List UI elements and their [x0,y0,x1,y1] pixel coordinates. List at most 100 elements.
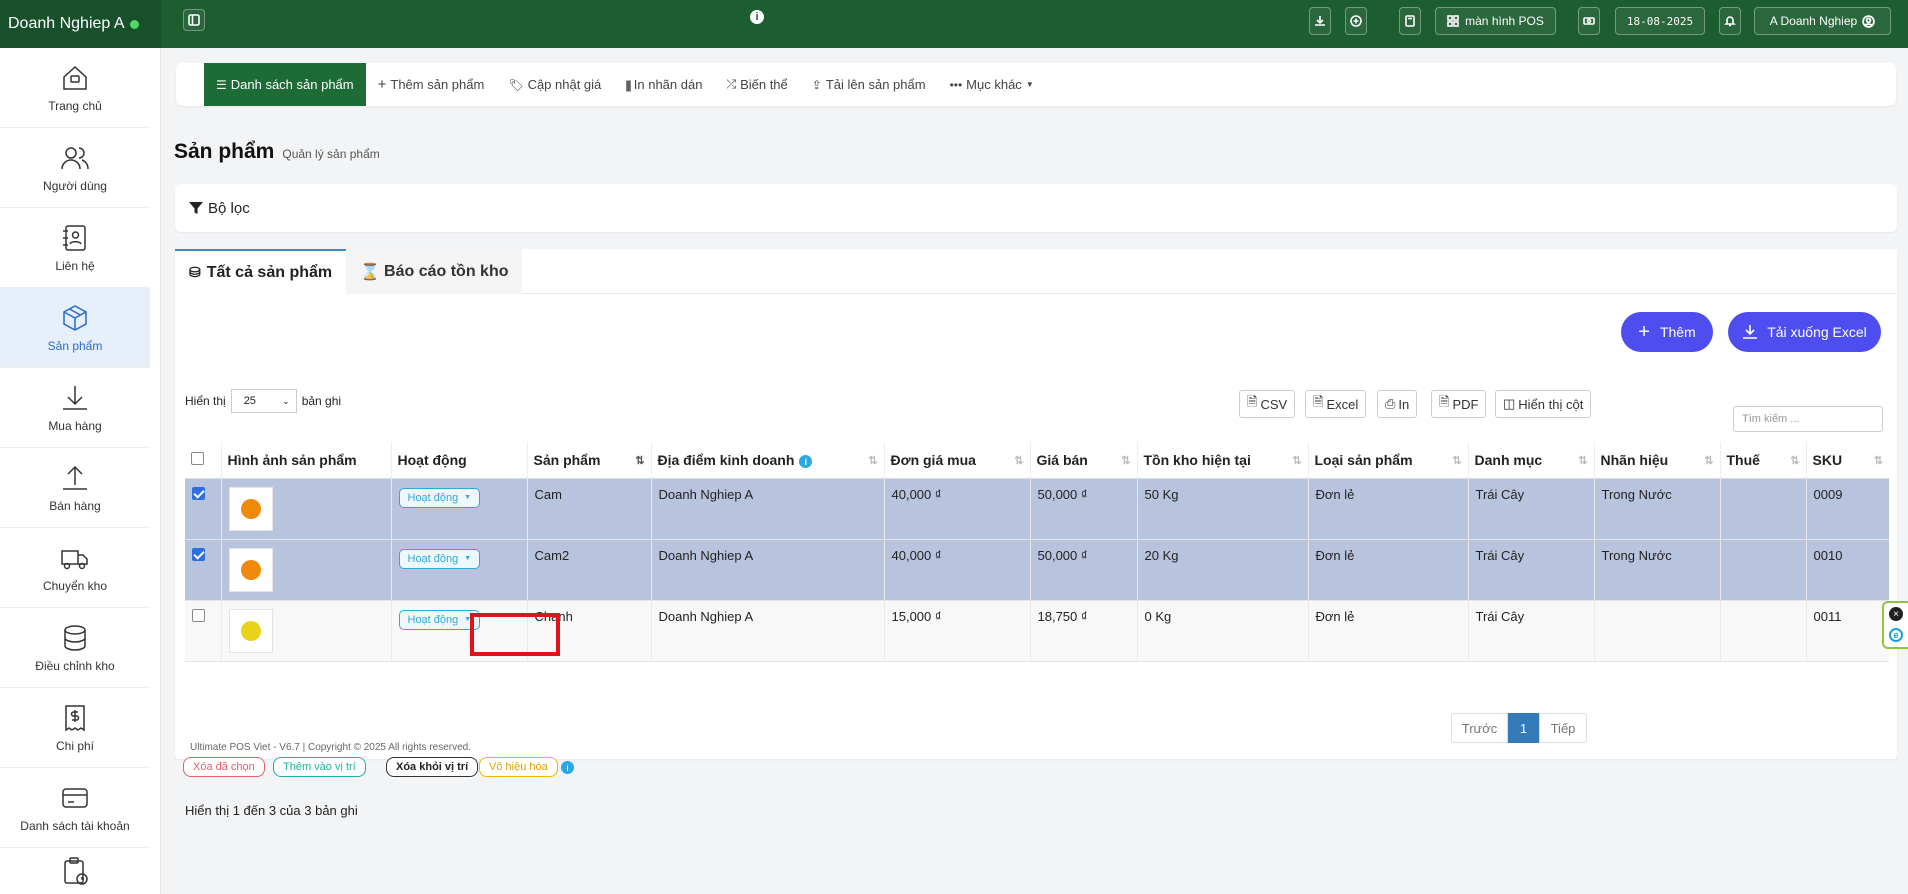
nav-import-products[interactable]: ⇪ Tải lên sản phẩm [800,63,938,106]
delete-selected-button[interactable]: Xóa đã chọn [183,757,265,777]
table-row[interactable]: Hoạt động ▼ Cam2 Doanh Nghiep A 40,000 ₫ 50,0… [185,539,1889,601]
entries-select[interactable]: 25 ⌄ [230,389,297,413]
row-checkbox[interactable] [192,608,205,622]
brand[interactable]: Doanh Nghiep A [0,0,161,48]
caret-down-icon: ▼ [464,555,472,562]
row-checkbox[interactable] [192,486,205,500]
add-product-button[interactable]: + Thêm [1621,312,1713,352]
download-button[interactable] [1309,7,1331,35]
brand-name: Doanh Nghiep A [8,15,125,32]
column-header-sortable[interactable]: Đơn giá mua ⇅ [884,442,1031,479]
info-icon[interactable]: i [750,10,764,24]
entries-prefix: Hiển thị [185,394,226,408]
sidebar-item-reports[interactable] [0,848,150,894]
column-header-sortable[interactable]: Giá bán ⇅ [1030,442,1138,479]
sidebar-item-stock-transfer[interactable]: Chuyển kho [0,528,150,608]
table-row[interactable]: Hoạt động ▼ Chanh Doanh Nghiep A 15,000 ₫ 18,… [185,600,1889,662]
product-thumbnail[interactable] [228,547,273,592]
entries-value: 25 [243,395,256,407]
type-cell: Đơn lẻ [1308,600,1469,662]
product-thumbnail[interactable] [228,486,273,531]
column-header-sortable[interactable]: Nhãn hiệu ⇅ [1594,442,1721,479]
add-circle-button[interactable] [1345,7,1367,35]
export-excel-button[interactable]: 🗎 Excel [1305,390,1367,418]
notifications-button[interactable] [1719,7,1741,35]
tab-all-products[interactable]: ⛁ Tất cả sản phẩm [175,249,347,294]
add-to-location-button[interactable]: Thêm vào vị trí [273,757,366,777]
nav-variations[interactable]: ⤮ Biến thể [714,63,799,106]
table-row[interactable]: Hoạt động ▼ Cam Doanh Nghiep A 40,000 ₫ 50,00… [185,478,1889,540]
select-all-checkbox[interactable] [191,451,204,465]
date-display[interactable]: 18-08-2025 [1615,7,1705,35]
ellipsis-icon: ••• [949,77,963,92]
sidebar-item-expenses[interactable]: Chi phí [0,688,150,768]
sidebar-item-label: Bán hàng [49,498,101,513]
nav-print-labels[interactable]: |||| In nhãn dán [613,63,714,106]
action-dropdown[interactable]: Hoạt động ▼ [398,548,481,569]
pagination-page-1[interactable]: 1 [1508,713,1539,743]
tax-cell [1720,478,1807,540]
money-button[interactable] [1578,7,1600,35]
info-icon[interactable]: i [561,761,574,774]
plus-icon: + [1638,320,1650,343]
select-all-header [185,442,222,479]
calculator-button[interactable] [1399,7,1421,35]
sidebar-item-contacts[interactable]: Liên hệ [0,208,150,288]
plus-icon: + [377,76,387,93]
user-menu-button[interactable]: A Doanh Nghiep [1754,7,1891,35]
column-header-sortable[interactable]: Sản phẩm ⇅ [527,442,652,479]
shuffle-icon: ⤮ [726,77,737,91]
edge-e-icon[interactable]: e [1889,628,1903,642]
list-icon: ☰ [216,77,227,92]
filter-panel[interactable]: Bộ lọc [175,184,1897,232]
sidebar-item-products[interactable]: Sản phẩm [0,288,150,368]
sidebar-item-stock-adjustment[interactable]: Điều chỉnh kho [0,608,150,688]
floating-widget[interactable]: × e [1882,601,1908,649]
buy-price-cell: 15,000 ₫ [884,600,1031,662]
pos-screen-button[interactable]: màn hình POS [1435,7,1556,35]
sidebar-item-purchases[interactable]: Mua hàng [0,368,150,448]
column-header-sortable[interactable]: Tồn kho hiện tại ⇅ [1137,442,1309,479]
search-input[interactable]: Tìm kiếm ... [1733,406,1883,432]
column-header-sortable[interactable]: Thuế ⇅ [1720,442,1807,479]
pagination-next[interactable]: Tiếp [1539,713,1587,743]
export-label: Hiển thị cột [1518,396,1584,412]
column-header-sortable[interactable]: Danh mục ⇅ [1468,442,1595,479]
column-header-sortable[interactable]: Địa điểm kinh doanh i ⇅ [651,442,885,479]
image-cell [221,539,392,601]
sidebar-item-users[interactable]: Người dùng [0,128,150,208]
sidebar-item-sales[interactable]: Bán hàng [0,448,150,528]
top-bar: Doanh Nghiep A i màn hình POS 18-08-2025… [0,0,1908,48]
sidebar-item-home[interactable]: Trang chủ [0,48,150,128]
close-circle-icon[interactable]: × [1889,607,1903,621]
nav-update-price[interactable]: 🏷 Cập nhật giá [496,63,613,106]
location-cell: Doanh Nghiep A [651,478,885,540]
remove-from-location-button[interactable]: Xóa khỏi vị trí [386,757,479,777]
entries-control: Hiển thị 25 ⌄ bản ghi [185,389,341,413]
nav-more[interactable]: ••• Mục khác ▼ [938,63,1046,106]
pagination-prev[interactable]: Trước [1451,713,1508,743]
sidebar-item-accounts[interactable]: Danh sách tài khoản [0,768,150,848]
column-header-sortable[interactable]: SKU ⇅ [1806,442,1889,479]
product-thumbnail[interactable] [228,608,273,653]
footer: Ultimate POS Viet - V6.7 | Copyright © 2… [190,742,472,753]
toggle-sidebar-button[interactable] [183,9,205,31]
export-csv-button[interactable]: 🗎 CSV [1239,390,1296,418]
nav-add-product[interactable]: + Thêm sản phẩm [366,63,497,106]
print-button[interactable]: ⎙ In [1377,390,1418,418]
column-header-sortable[interactable]: Loại sản phẩm ⇅ [1308,442,1469,479]
tab-stock-report[interactable]: ⌛ Báo cáo tồn kho [346,249,523,294]
receipt-dollar-icon [65,704,85,731]
action-dropdown[interactable]: Hoạt động ▼ [398,609,481,630]
location-cell: Doanh Nghiep A [651,539,885,601]
row-checkbox[interactable] [192,547,205,561]
clipboard-clock-icon [64,857,88,885]
deactivate-button[interactable]: Vô hiệu hóa [479,757,558,777]
action-dropdown[interactable]: Hoạt động ▼ [398,487,481,508]
download-excel-button[interactable]: Tải xuống Excel [1728,312,1881,352]
row-select-cell [185,539,222,601]
nav-label: Biến thể [740,77,788,92]
column-visibility-button[interactable]: ◫ Hiển thị cột [1495,390,1592,418]
export-pdf-button[interactable]: 🗎 PDF [1431,390,1487,418]
nav-product-list[interactable]: ☰ Danh sách sản phẩm [204,63,366,106]
